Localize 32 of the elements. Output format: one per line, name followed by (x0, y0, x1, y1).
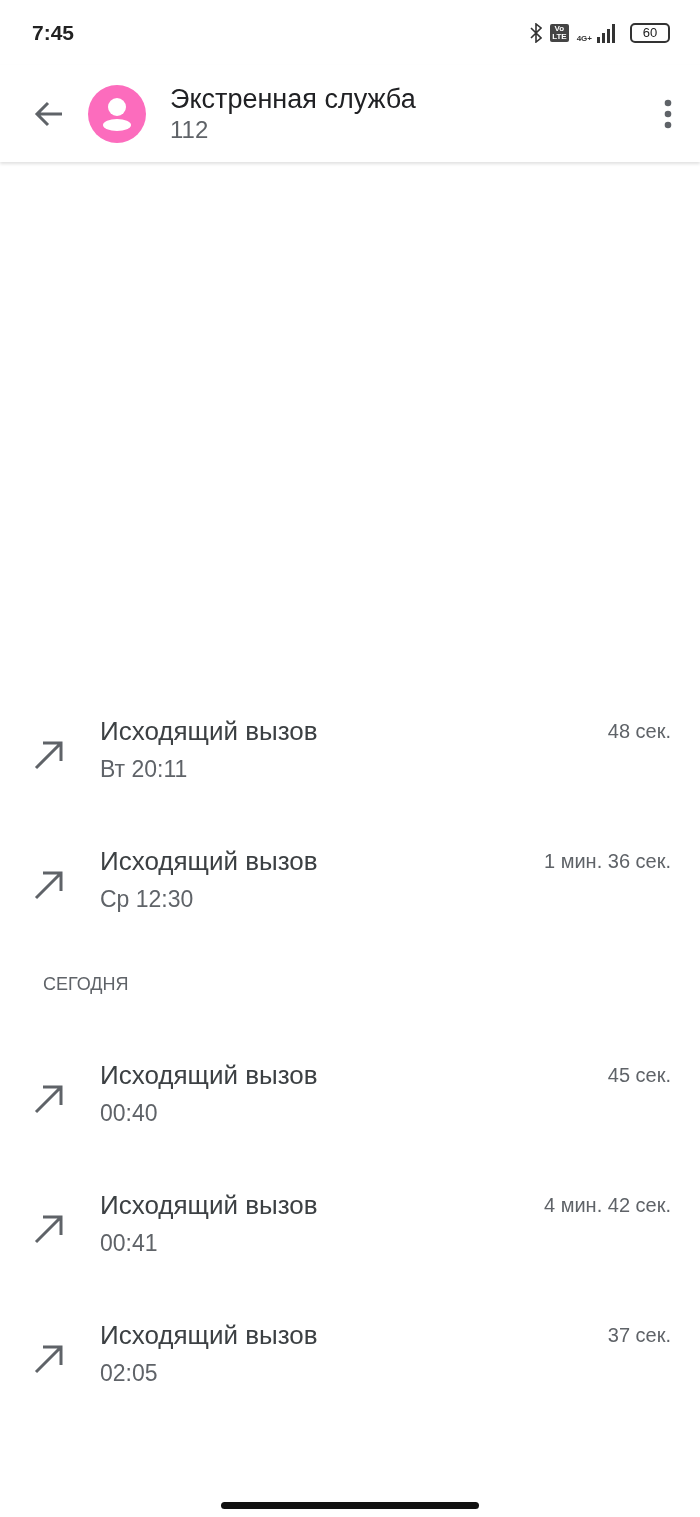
call-duration: 1 мин. 36 сек. (544, 849, 671, 874)
more-menu-icon[interactable] (664, 98, 672, 129)
outgoing-arrow-icon (34, 1084, 64, 1114)
signal-icon (596, 22, 618, 43)
call-time: Ср 12:30 (100, 885, 195, 914)
contact-name: Экстренная служба (170, 82, 417, 115)
call-type: Исходящий вызов (100, 1320, 319, 1350)
volte-icon: Vo LTE (550, 23, 569, 42)
battery-level: 60 (630, 22, 670, 43)
network-type: 4G+ (576, 33, 592, 43)
outgoing-arrow-icon (34, 870, 64, 900)
bluetooth-icon (530, 22, 543, 43)
back-arrow-icon[interactable] (34, 100, 64, 127)
outgoing-arrow-icon (34, 740, 64, 770)
outgoing-arrow-icon (34, 1214, 64, 1244)
call-duration: 37 сек. (607, 1323, 671, 1348)
call-time: 00:41 (100, 1229, 159, 1258)
section-heading: СЕГОДНЯ (42, 973, 130, 996)
call-type: Исходящий вызов (100, 1190, 319, 1220)
call-duration: 4 мин. 42 сек. (544, 1193, 671, 1218)
clock-time: 7:45 (32, 19, 75, 46)
contact-number: 112 (170, 114, 210, 145)
call-type: Исходящий вызов (100, 846, 319, 876)
call-duration: 48 сек. (607, 719, 671, 744)
call-time: 00:40 (100, 1099, 159, 1128)
call-time: Вт 20:11 (100, 755, 189, 784)
outgoing-arrow-icon (34, 1344, 64, 1374)
call-type: Исходящий вызов (100, 1060, 319, 1090)
call-duration: 45 сек. (607, 1063, 671, 1088)
avatar-icon (88, 84, 146, 143)
call-type: Исходящий вызов (100, 716, 319, 746)
call-time: 02:05 (100, 1359, 159, 1388)
